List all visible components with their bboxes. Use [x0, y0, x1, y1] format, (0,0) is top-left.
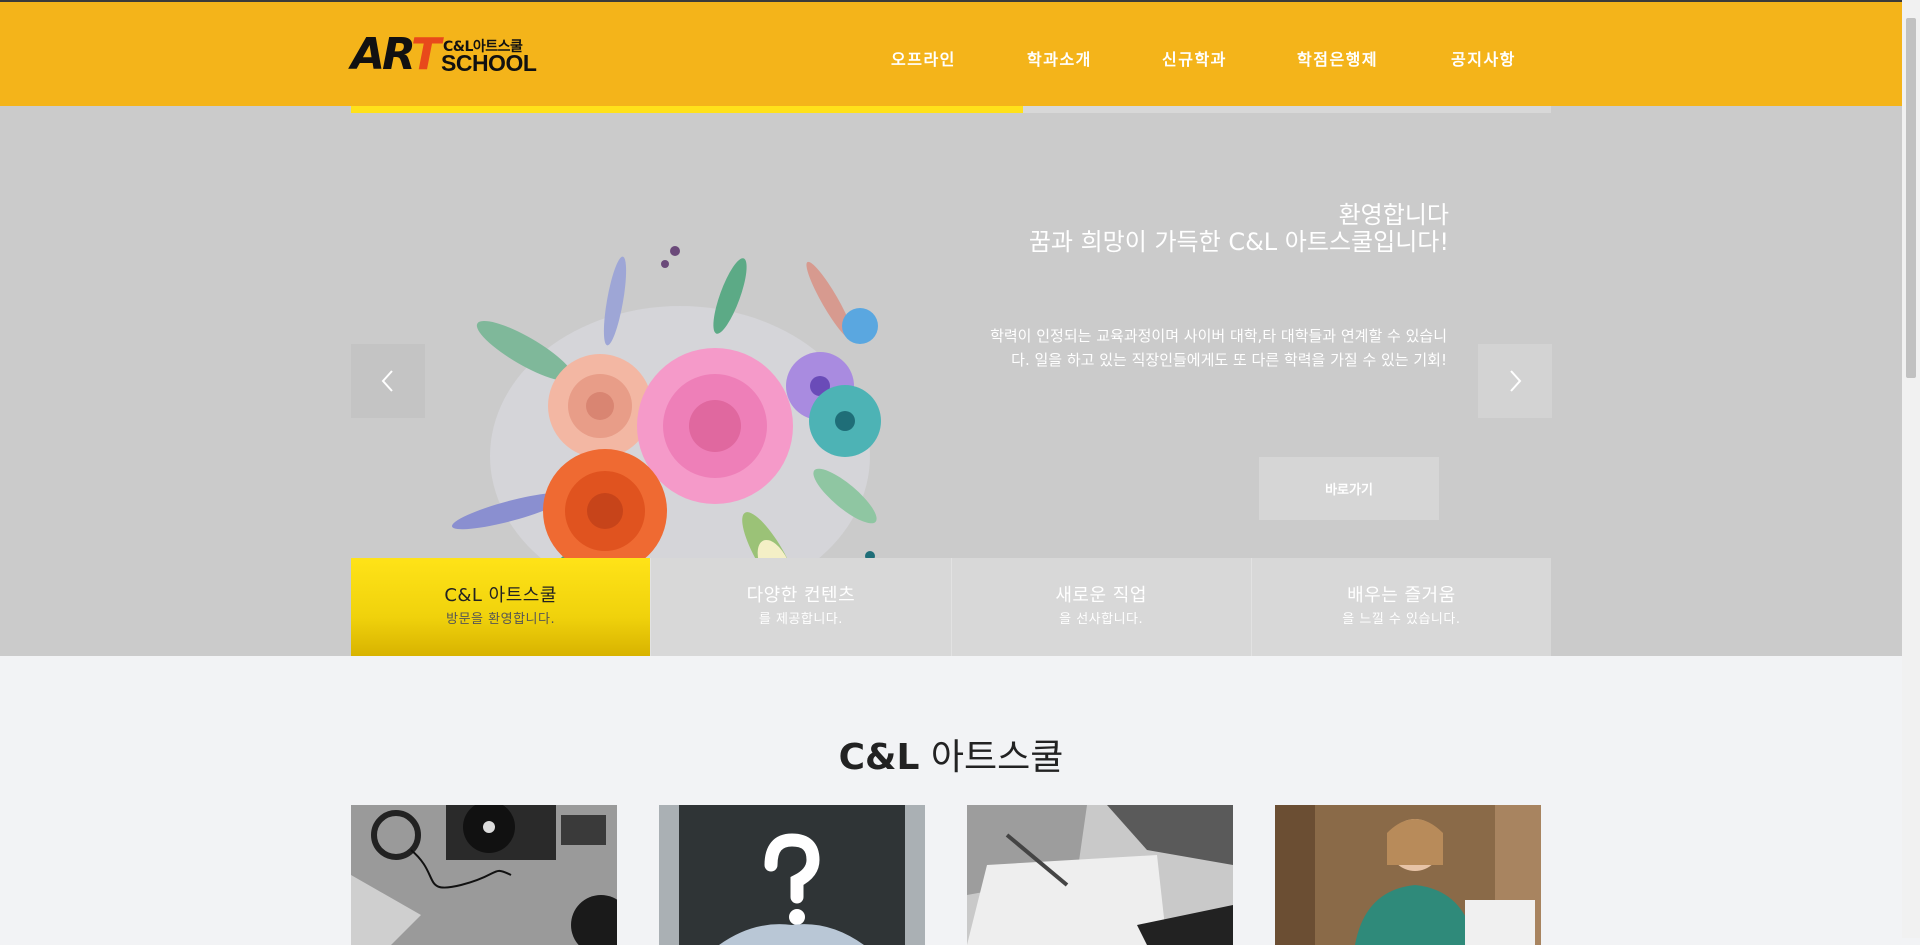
card-grid [351, 805, 1551, 945]
slider-next-button[interactable] [1478, 344, 1552, 418]
hero-title-line2: 꿈과 희망이 가득한 C&L 아트스쿨입니다! [1028, 228, 1449, 256]
section-title-rest: 아트스쿨 [919, 737, 1064, 778]
page-scrollbar[interactable] [1902, 0, 1920, 938]
question-mark-photo [659, 805, 925, 945]
main-nav: 오프라인 학과소개 신규학과 학점은행제 공지사항 [0, 46, 1902, 70]
slider-tab-title: 배우는 즐거움 [1347, 585, 1456, 606]
slider-tab-title: C&L 아트스쿨 [444, 585, 557, 606]
slider-tab-subtitle: 을 선사합니다. [1059, 612, 1144, 627]
slide-progress-bar [351, 106, 1023, 113]
slide-progress-track [351, 106, 1551, 113]
slider-prev-button[interactable] [351, 344, 425, 418]
slider-tab-4[interactable]: 배우는 즐거움 을 느낄 수 있습니다. [1251, 558, 1551, 656]
slider-tab-subtitle: 방문을 환영합니다. [446, 612, 556, 627]
hero-description: 학력이 인정되는 교육과정이며 사이버 대학,타 대학들과 연계할 수 있습니다… [990, 327, 1447, 369]
slider-tab-subtitle: 를 제공합니다. [758, 612, 843, 627]
hero-slider: 환영합니다 꿈과 희망이 가득한 C&L 아트스쿨입니다! 학력이 인정되는 교… [0, 106, 1902, 656]
card-turntable-photo[interactable] [351, 805, 617, 945]
scrollbar-thumb[interactable] [1906, 18, 1916, 378]
card-notebook-photo[interactable] [967, 805, 1233, 945]
nav-item-departments[interactable]: 학과소개 [1027, 46, 1092, 70]
nav-item-notices[interactable]: 공지사항 [1451, 46, 1516, 70]
notebook-pen-laptop-photo [967, 805, 1233, 945]
turntable-headphones-photo [351, 805, 617, 945]
nav-item-credit-bank[interactable]: 학점은행제 [1297, 46, 1378, 70]
slider-tab-subtitle: 을 느낄 수 있습니다. [1342, 612, 1461, 627]
card-student-photo[interactable] [1275, 805, 1541, 945]
chevron-right-icon [1510, 370, 1522, 392]
nav-item-new-departments[interactable]: 신규학과 [1162, 46, 1227, 70]
slider-tabs: C&L 아트스쿨 방문을 환영합니다. 다양한 컨텐츠 를 제공합니다. 새로운… [351, 558, 1551, 656]
student-with-books-photo [1275, 805, 1541, 945]
slider-tab-2[interactable]: 다양한 컨텐츠 를 제공합니다. [651, 558, 952, 656]
go-button[interactable]: 바로가기 [1259, 457, 1439, 520]
chevron-left-icon [381, 370, 393, 392]
slider-tab-title: 새로운 직업 [1055, 585, 1147, 606]
section-title-bold: C&L [838, 737, 920, 778]
hero-title: 환영합니다 꿈과 희망이 가득한 C&L 아트스쿨입니다! [1029, 202, 1449, 256]
slider-tab-title: 다양한 컨텐츠 [746, 585, 856, 606]
section-title: C&L 아트스쿨 [0, 728, 1902, 780]
slider-tab-1[interactable]: C&L 아트스쿨 방문을 환영합니다. [351, 558, 652, 656]
hero-title-line1: 환영합니다 [1338, 201, 1449, 229]
card-question-photo[interactable] [659, 805, 925, 945]
slider-tab-3[interactable]: 새로운 직업 을 선사합니다. [951, 558, 1252, 656]
site-header: ART C&L아트스쿨 SCHOOL 오프라인 학과소개 신규학과 학점은행제 … [0, 0, 1902, 106]
nav-item-offline[interactable]: 오프라인 [891, 46, 956, 70]
